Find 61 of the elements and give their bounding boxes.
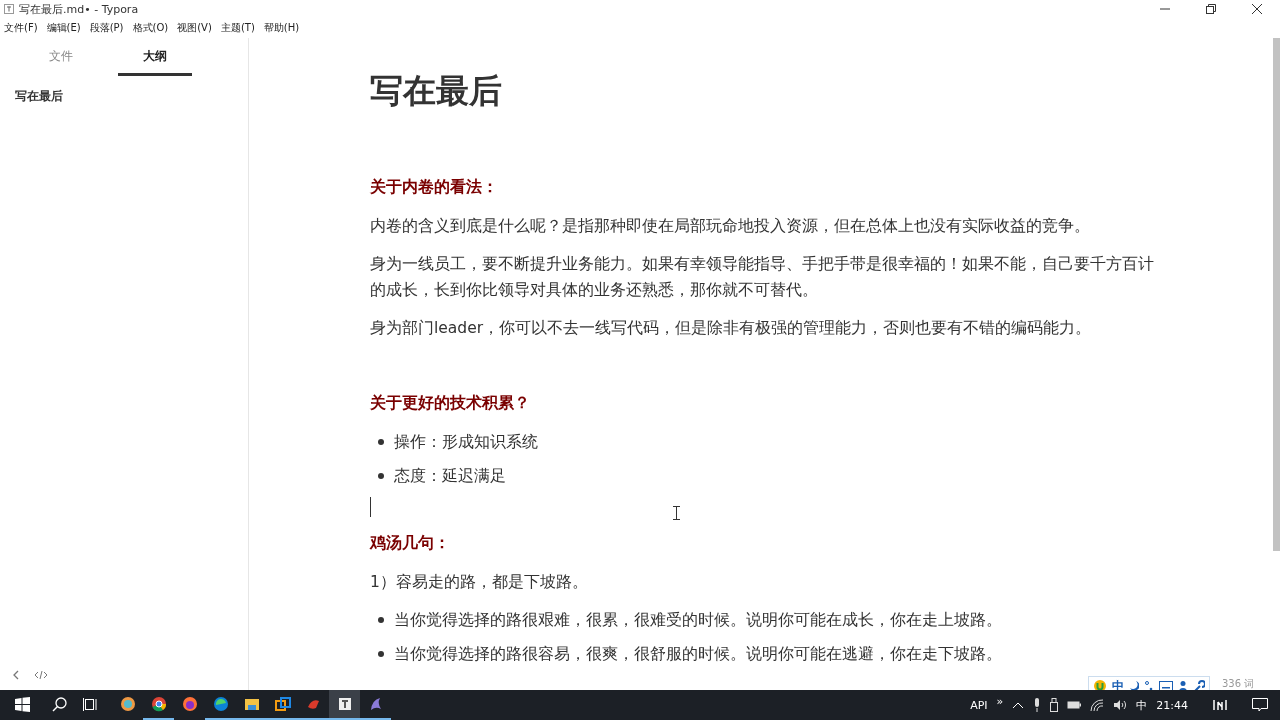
ring-app-icon	[119, 696, 136, 712]
firefox-icon	[181, 696, 198, 712]
menu-item[interactable]: 格式(O)	[132, 21, 169, 35]
folder-icon	[243, 696, 260, 712]
sidebar-tab[interactable]: 大纲	[118, 40, 192, 76]
ibeam-cursor-icon	[673, 506, 680, 520]
outline-item[interactable]: 写在最后	[15, 88, 233, 105]
list-item: 态度：延迟满足	[394, 466, 506, 487]
squares-icon	[274, 696, 291, 712]
document-title: 写在最后	[370, 70, 503, 112]
section-heading: 关于更好的技术积累？	[370, 392, 531, 414]
close-icon[interactable]	[1252, 4, 1262, 14]
clock[interactable]: 21:44	[1156, 698, 1188, 712]
tray-label[interactable]: API	[970, 698, 988, 712]
microphone-icon[interactable]	[1033, 698, 1042, 712]
bullet-icon	[378, 439, 384, 445]
paragraph: 内卷的含义到底是什么呢？是指那种即使在局部玩命地投入资源，但在总体上也没有实际收益的竞争。	[370, 216, 1091, 237]
list-item: 操作：形成知识系统	[394, 432, 538, 453]
punctuation-icon[interactable]	[1144, 680, 1154, 692]
paragraph: 身为部门leader，你可以不去一线写代码，但是除非有极强的管理能力，否则也要有不错的编码能力。	[370, 318, 1093, 339]
keyboard-icon[interactable]	[1159, 681, 1173, 691]
menu-item[interactable]: 编辑(E)	[46, 21, 81, 35]
section-heading: 鸡汤几句：	[370, 532, 451, 554]
paragraph: 身为一线员工，要不断提升业务能力。如果有幸领导能指导、手把手带是很幸福的！如果不能，自己要千方百计的成长，长到你比领导对具体的业务还熟悉，那你就不可替代。	[370, 254, 1155, 301]
wifi-icon[interactable]	[1090, 699, 1105, 711]
text-cursor	[370, 497, 371, 517]
sidebar-tab[interactable]: 文件	[24, 40, 98, 76]
menu-item[interactable]: 视图(V)	[177, 21, 212, 35]
menu-item[interactable]: 帮助(H)	[263, 21, 300, 35]
wrench-icon[interactable]	[1193, 680, 1205, 692]
edge-icon	[212, 696, 229, 712]
bullet-icon	[378, 617, 384, 623]
scrollbar[interactable]	[1273, 38, 1280, 551]
app-icon	[4, 4, 14, 14]
restore-icon[interactable]	[1206, 4, 1216, 14]
paragraph: 1）容易走的路，都是下坡路。	[370, 572, 589, 593]
source-code-icon[interactable]	[34, 670, 48, 680]
back-icon[interactable]	[12, 670, 20, 680]
menu-item[interactable]: 段落(P)	[89, 21, 124, 35]
chevron-label[interactable]: »	[996, 694, 1004, 708]
taskbar-app[interactable]	[329, 690, 360, 720]
list-item: 当你觉得选择的路很艰难，很累，很难受的时候。说明你可能在成长，你在走上坡路。	[394, 610, 1002, 631]
ime-mode[interactable]: 中	[1112, 679, 1124, 693]
chrome-icon	[150, 696, 167, 712]
list-item: 当你觉得选择的路很容易，很爽，很舒服的时候。说明你可能在逃避，你在走下坡路。	[394, 644, 1002, 665]
window-title: 写在最后.md• - Typora	[19, 1, 139, 17]
moon-icon[interactable]	[1129, 680, 1139, 692]
usb-drive-icon[interactable]	[1050, 698, 1059, 712]
menu-item[interactable]: 主题(T)	[220, 21, 255, 35]
bars-icon[interactable]	[1213, 699, 1227, 711]
typora-icon	[336, 696, 353, 712]
menu-item[interactable]: 文件(F)	[4, 21, 38, 35]
volume-icon[interactable]	[1113, 699, 1128, 711]
show-hidden-icons-icon[interactable]	[1012, 701, 1025, 709]
notification-icon[interactable]	[1252, 698, 1268, 712]
input-language[interactable]: 中	[1136, 697, 1148, 713]
word-count: 336 词	[1222, 677, 1255, 691]
bullet-icon	[378, 473, 384, 479]
section-heading: 关于内卷的看法：	[370, 176, 499, 198]
battery-icon[interactable]	[1067, 700, 1082, 710]
bullet-icon	[378, 651, 384, 657]
